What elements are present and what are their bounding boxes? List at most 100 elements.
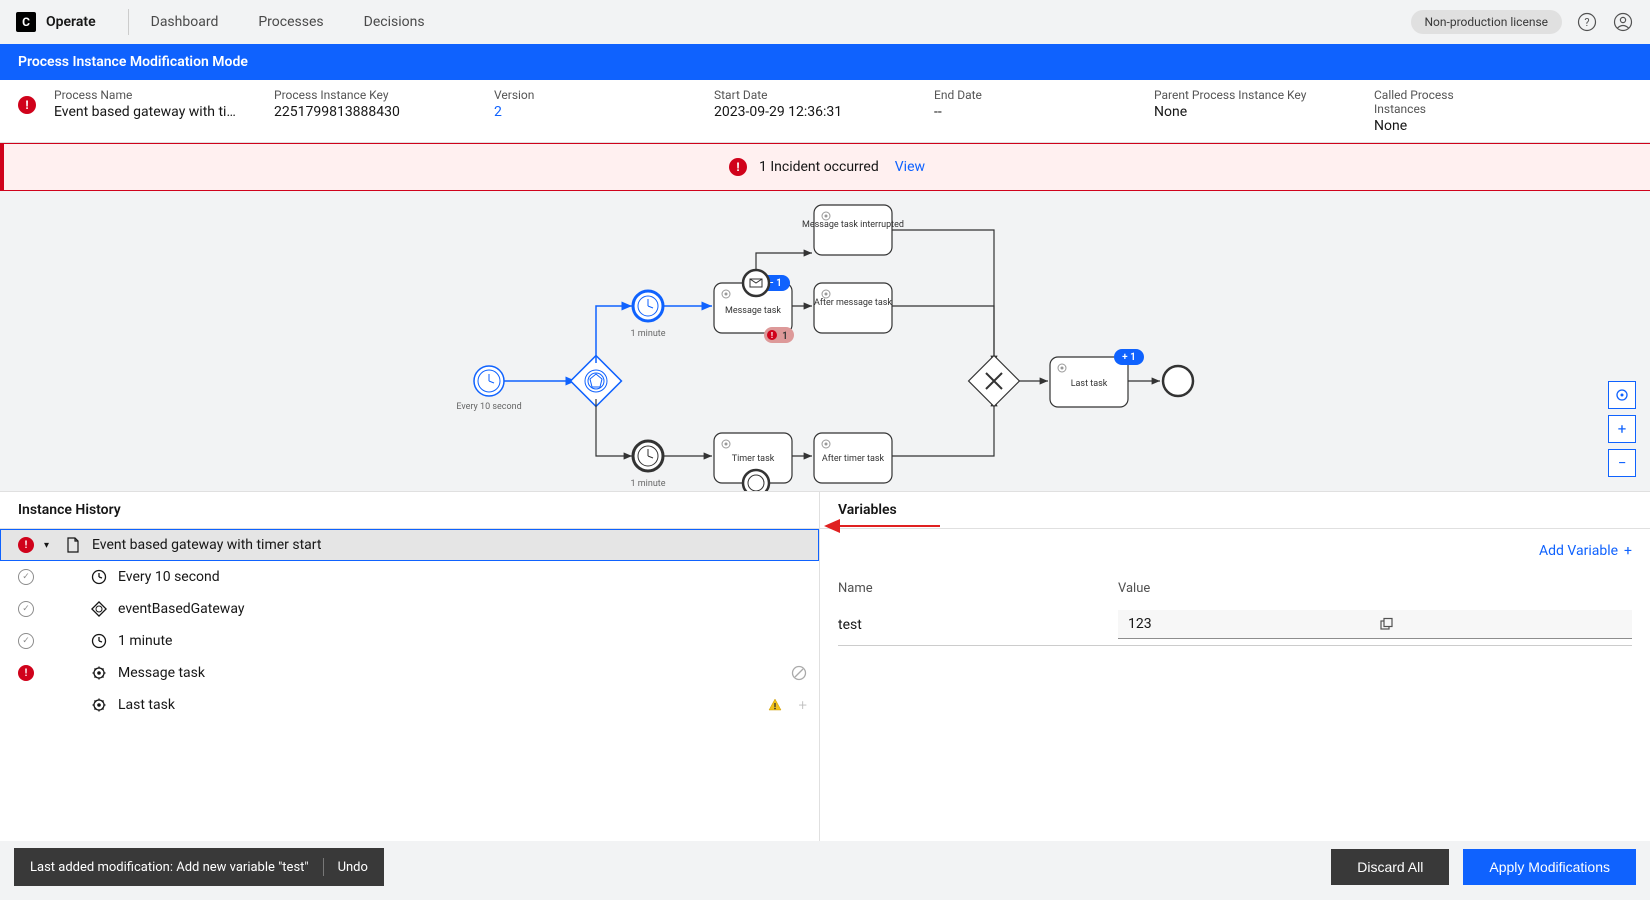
bpmn-diagram[interactable]: Every 10 second 1 minute 1 minute Messag… <box>0 191 1650 491</box>
svg-text:?: ? <box>1584 16 1589 29</box>
instance-history-panel: Instance History ! ▾ Event based gateway… <box>0 492 820 841</box>
diagram-timer-task: Timer task <box>732 454 775 464</box>
modification-toast: Last added modification: Add new variabl… <box>14 848 384 886</box>
nav-separator <box>128 9 129 35</box>
incident-text: 1 Incident occurred <box>759 159 879 175</box>
history-row[interactable]: eventBasedGateway <box>0 593 819 625</box>
info-value: Event based gateway with timer … <box>54 104 246 120</box>
incident-icon: ! <box>18 96 36 114</box>
history-rows: ! ▾ Event based gateway with timer start… <box>0 529 819 841</box>
warning-icon <box>767 697 783 713</box>
diagram-controls: + − <box>1608 381 1636 477</box>
panel-title: Instance History <box>0 492 819 529</box>
info-label: Parent Process Instance Key <box>1154 88 1346 102</box>
col-header-name: Name <box>838 581 1118 596</box>
history-label: Event based gateway with timer start <box>92 537 807 553</box>
app-name: Operate <box>46 14 96 30</box>
history-label: Last task <box>118 697 757 713</box>
modification-banner: Process Instance Modification Mode <box>0 44 1650 80</box>
zoom-out-button[interactable]: − <box>1608 449 1636 477</box>
timer-icon <box>90 632 108 650</box>
incident-view-link[interactable]: View <box>895 159 925 175</box>
info-value: None <box>1154 104 1346 120</box>
incident-icon: ! <box>18 665 34 681</box>
info-label: Version <box>494 88 686 102</box>
info-end-date: End Date -- <box>934 88 1154 120</box>
popout-icon[interactable] <box>1379 617 1622 631</box>
bottom-panels: Instance History ! ▾ Event based gateway… <box>0 491 1650 841</box>
diagram-timer2-label: 1 minute <box>630 479 665 489</box>
diagram-after-msg: After message task <box>814 298 892 308</box>
info-value: 2023-09-29 12:36:31 <box>714 104 906 120</box>
variables-toolbar: Add Variable + <box>820 529 1650 573</box>
diagram-badge-one: 1 <box>782 331 788 342</box>
info-value: 2251799813888430 <box>274 104 466 120</box>
variable-value-input[interactable]: 123 <box>1118 610 1632 639</box>
add-variable-label: Add Variable <box>1539 543 1618 559</box>
incident-icon: ! <box>18 537 34 553</box>
gear-icon <box>90 696 108 714</box>
logo-group: C Operate <box>16 12 96 32</box>
history-label: Every 10 second <box>118 569 807 585</box>
main-nav: Dashboard Processes Decisions <box>151 14 425 30</box>
nav-processes[interactable]: Processes <box>258 14 323 30</box>
nav-dashboard[interactable]: Dashboard <box>151 14 219 30</box>
license-badge: Non-production license <box>1411 10 1563 34</box>
svg-text:!: ! <box>771 331 773 340</box>
info-value: -- <box>934 104 1126 120</box>
info-parent-key: Parent Process Instance Key None <box>1154 88 1374 120</box>
completed-icon <box>18 601 34 617</box>
history-row[interactable]: Last task + <box>0 689 819 721</box>
info-version: Version 2 <box>494 88 714 120</box>
info-process-key: Process Instance Key 2251799813888430 <box>274 88 494 120</box>
panel-title: Variables <box>820 492 1650 529</box>
diagram-msg-interrupted: Message task interrupted <box>802 220 904 230</box>
history-label: Message task <box>118 665 781 681</box>
history-row[interactable]: Every 10 second <box>0 561 819 593</box>
info-start-date: Start Date 2023-09-29 12:36:31 <box>714 88 934 120</box>
add-variable-button[interactable]: Add Variable + <box>1539 543 1632 559</box>
bottom-bar: Last added modification: Add new variabl… <box>14 848 1636 886</box>
document-icon <box>64 536 82 554</box>
variables-panel: Variables Add Variable + Name Value test… <box>820 492 1650 841</box>
variable-value: 123 <box>1128 616 1371 632</box>
gear-icon <box>90 664 108 682</box>
completed-icon <box>18 569 34 585</box>
plus-icon: + <box>1624 543 1632 559</box>
history-label: eventBasedGateway <box>118 601 807 617</box>
zoom-reset-button[interactable] <box>1608 381 1636 409</box>
info-value[interactable]: 2 <box>494 104 686 120</box>
info-label: Process Name <box>54 88 246 102</box>
zoom-in-button[interactable]: + <box>1608 415 1636 443</box>
diagram-msg-task: Message task <box>725 306 781 316</box>
info-label: Process Instance Key <box>274 88 466 102</box>
diagram-svg: Every 10 second 1 minute 1 minute Messag… <box>0 191 1650 491</box>
info-label: End Date <box>934 88 1126 102</box>
add-icon[interactable]: + <box>799 696 807 714</box>
app-header: C Operate Dashboard Processes Decisions … <box>0 0 1650 44</box>
apply-button[interactable]: Apply Modifications <box>1463 849 1636 885</box>
history-row[interactable]: ! Message task <box>0 657 819 689</box>
discard-button[interactable]: Discard All <box>1331 849 1449 885</box>
action-buttons: Discard All Apply Modifications <box>1331 849 1636 885</box>
completed-icon <box>18 633 34 649</box>
diagram-last-task: Last task <box>1071 379 1108 389</box>
undo-button[interactable]: Undo <box>338 860 368 875</box>
diagram-badge-plus: + 1 <box>1122 352 1136 363</box>
user-icon[interactable] <box>1612 11 1634 33</box>
info-label: Start Date <box>714 88 906 102</box>
diagram-after-timer: After timer task <box>822 454 885 464</box>
history-row[interactable]: 1 minute <box>0 625 819 657</box>
chevron-down-icon[interactable]: ▾ <box>44 540 54 551</box>
app-logo: C <box>16 12 36 32</box>
cancel-icon[interactable] <box>791 665 807 681</box>
help-icon[interactable]: ? <box>1576 11 1598 33</box>
incident-banner: ! 1 Incident occurred View <box>0 143 1650 191</box>
separator <box>323 858 324 876</box>
history-row[interactable]: ! ▾ Event based gateway with timer start <box>0 529 819 561</box>
variable-name: test <box>838 617 1118 633</box>
gateway-icon <box>90 600 108 618</box>
info-called-instances: Called Process Instances None <box>1374 88 1534 134</box>
nav-decisions[interactable]: Decisions <box>364 14 425 30</box>
info-value: None <box>1374 118 1506 134</box>
